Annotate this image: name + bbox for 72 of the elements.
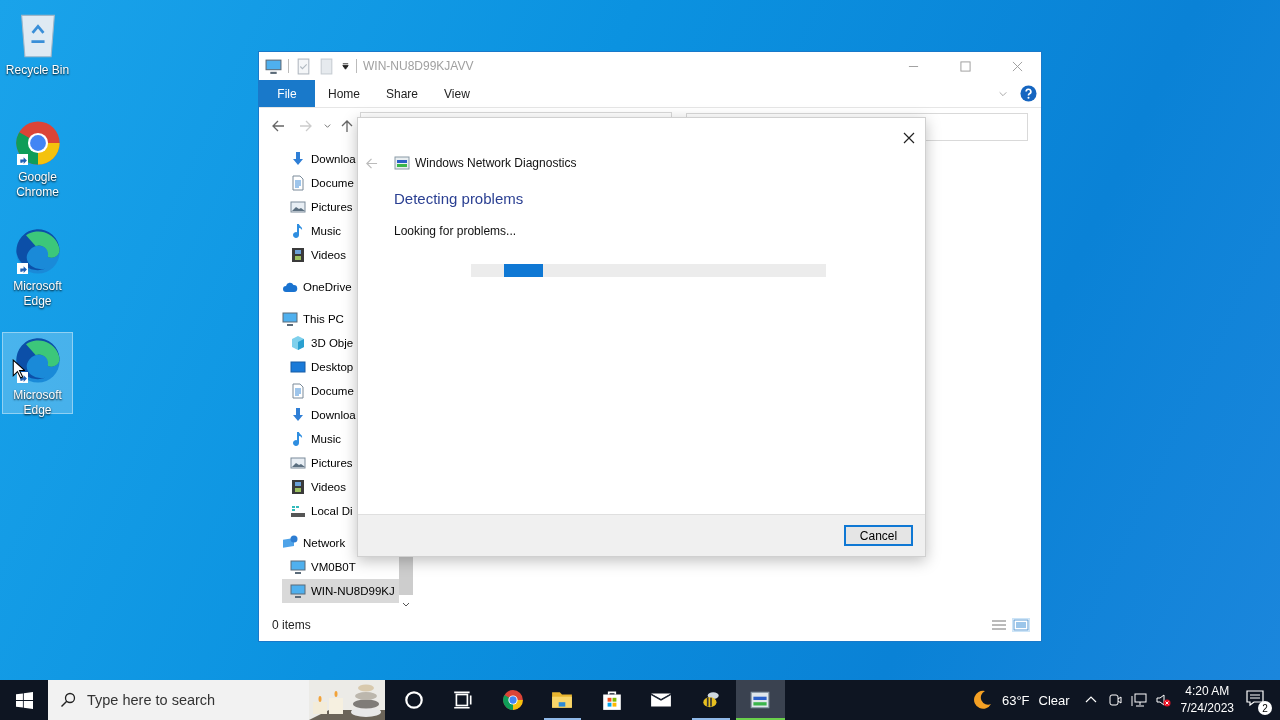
camera-icon[interactable] — [1106, 692, 1123, 708]
cancel-button[interactable]: Cancel — [844, 525, 913, 546]
nav-item[interactable]: OneDrive — [282, 275, 399, 299]
shopping-bag-icon — [600, 689, 623, 711]
nav-item[interactable]: Pictures — [282, 451, 399, 475]
nav-item[interactable]: WIN-NU8D99KJ — [282, 579, 399, 603]
notification-count: 2 — [1258, 701, 1272, 715]
network-monitor-icon[interactable] — [1130, 692, 1147, 708]
nav-item[interactable]: Downloa — [282, 147, 399, 171]
windows-start-icon[interactable] — [16, 691, 33, 709]
close-icon[interactable] — [903, 132, 915, 144]
nav-item[interactable]: Music — [282, 427, 399, 451]
temperature[interactable]: 63°F — [1001, 692, 1030, 708]
chrome-icon — [13, 119, 62, 167]
ribbon-tab[interactable]: Home — [315, 80, 373, 107]
message-icon — [1246, 689, 1264, 707]
date: 7/24/2023 — [1180, 700, 1234, 717]
nav-item[interactable]: VM0B0T — [282, 555, 399, 579]
file-tab[interactable]: File — [259, 80, 315, 107]
taskbar-app[interactable] — [735, 680, 785, 720]
item-count: 0 items — [272, 618, 311, 632]
cortana-circle-icon — [402, 689, 425, 711]
pictures-icon — [290, 455, 306, 471]
chevron-down-icon[interactable] — [323, 121, 332, 130]
dropdown-icon[interactable] — [341, 61, 350, 71]
ribbon-tab[interactable]: View — [431, 80, 483, 107]
diagnostics-icon — [749, 689, 772, 711]
monitor-icon — [282, 311, 298, 327]
nav-item[interactable]: Docume — [282, 379, 399, 403]
film-icon — [290, 479, 306, 495]
time: 4:20 AM — [1185, 683, 1230, 700]
film-icon — [290, 247, 306, 263]
download-icon — [290, 151, 306, 167]
monitor-icon — [290, 559, 306, 575]
back-arrow-icon[interactable] — [271, 119, 285, 133]
network-icon — [282, 535, 298, 551]
document-icon — [290, 175, 306, 191]
edge-icon — [13, 228, 62, 276]
folder-icon — [551, 689, 574, 711]
ribbon-tab[interactable]: Share — [373, 80, 432, 107]
clock[interactable]: 4:20 AM 7/24/2023 — [1180, 683, 1234, 717]
moon-icon[interactable] — [971, 690, 992, 710]
dialog-title: Windows Network Diagnostics — [415, 156, 577, 170]
weather-condition[interactable]: Clear — [1038, 692, 1070, 708]
chrome-icon — [501, 689, 524, 711]
nav-item[interactable]: Videos — [282, 243, 399, 267]
nav-item[interactable]: This PC — [282, 307, 399, 331]
window-title: WIN-NU8D99KJAVV — [363, 59, 474, 73]
document-icon — [290, 383, 306, 399]
taskbar-search-field[interactable]: Type here to search — [48, 680, 385, 720]
task-view-icon — [452, 689, 475, 711]
search-input[interactable]: Type here to search — [87, 692, 309, 708]
pictures-icon — [290, 199, 306, 215]
nav-item[interactable]: Videos — [282, 475, 399, 499]
computer-icon — [265, 57, 282, 75]
search-icon — [60, 692, 76, 708]
help-icon[interactable] — [1020, 85, 1037, 102]
nav-item[interactable]: Desktop — [282, 355, 399, 379]
drive-icon — [290, 503, 306, 519]
diagnostics-icon — [394, 155, 410, 171]
up-arrow-icon[interactable] — [340, 119, 354, 133]
mouse-cursor-icon — [12, 359, 25, 379]
nav-item[interactable]: Downloa — [282, 403, 399, 427]
speaker-muted-icon[interactable] — [1154, 692, 1171, 708]
status-text: Looking for problems... — [394, 224, 518, 238]
nav-item[interactable]: Network — [282, 531, 399, 555]
download-icon — [290, 407, 306, 423]
cube-icon — [290, 335, 306, 351]
desktop-icon — [290, 359, 306, 375]
nav-item[interactable]: 3D Obje — [282, 331, 399, 355]
nav-item[interactable]: Local Di — [282, 499, 399, 523]
monitor-icon — [290, 583, 306, 599]
